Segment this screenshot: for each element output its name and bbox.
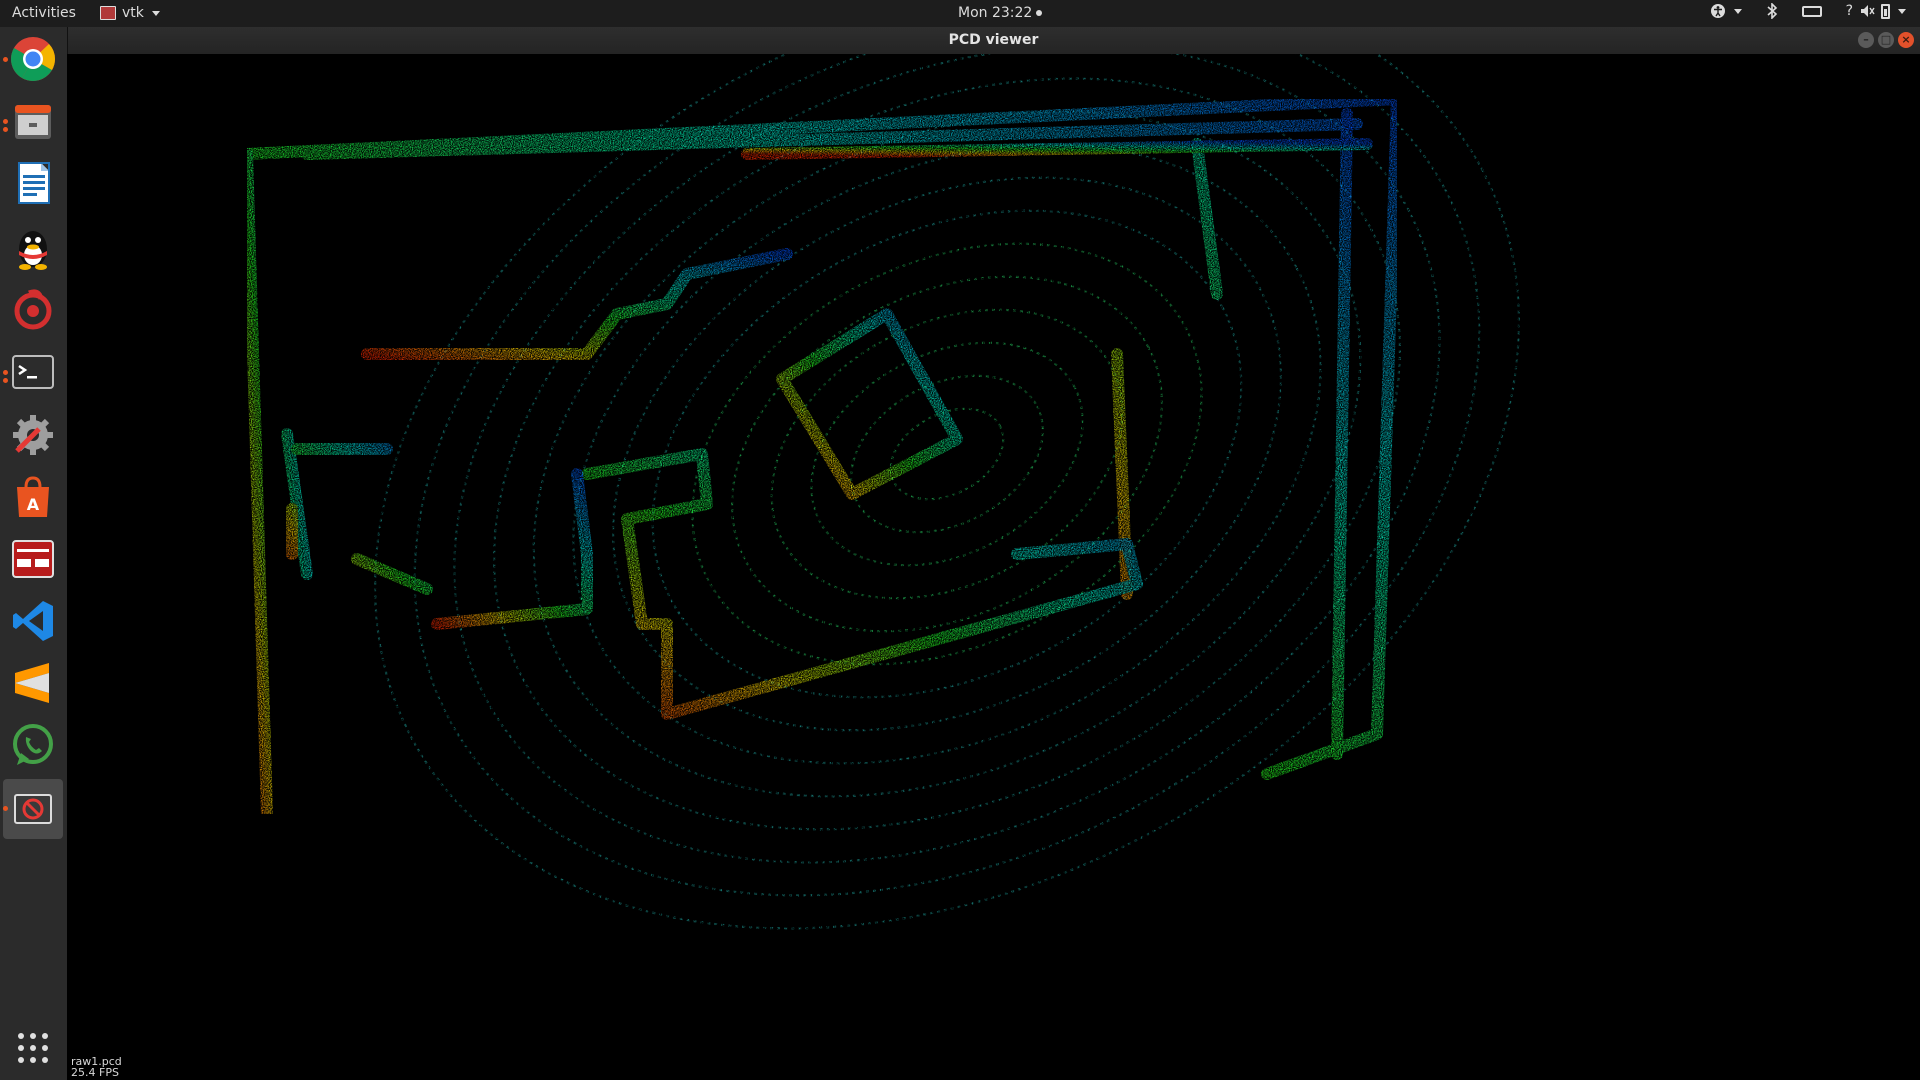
files-icon[interactable]	[9, 97, 57, 145]
pcd-viewer-icon[interactable]	[9, 785, 57, 833]
settings-tools-icon[interactable]	[9, 411, 57, 459]
close-button[interactable]: ×	[1898, 32, 1914, 48]
window-title: PCD viewer	[948, 32, 1039, 48]
scan-ring	[413, 54, 1481, 897]
notification-dot-icon	[1036, 10, 1043, 16]
app-red-icon[interactable]	[9, 535, 57, 583]
netease-music-icon[interactable]	[9, 285, 57, 333]
running-indicator	[3, 57, 8, 62]
qq-icon[interactable]	[9, 223, 57, 271]
whatsapp-icon[interactable]	[9, 721, 57, 769]
battery-icon	[1881, 3, 1890, 19]
point-cluster	[361, 248, 793, 360]
scan-ring	[374, 54, 1520, 930]
point-cluster	[776, 308, 963, 500]
running-indicator	[3, 806, 8, 811]
viewer-overlay: raw1.pcd 25.4 FPS	[71, 1056, 122, 1078]
clock[interactable]: Mon 23:22	[958, 5, 1043, 21]
clock-label: Mon 23:22	[958, 5, 1033, 21]
vscode-icon[interactable]	[9, 597, 57, 645]
system-menu[interactable]: ?	[1846, 3, 1906, 19]
volume-muted-icon	[1861, 5, 1875, 17]
top-bar: Activities vtk Mon 23:22 ?	[0, 0, 1920, 27]
keyboard-icon[interactable]	[1801, 5, 1822, 17]
chevron-down-icon	[1898, 8, 1906, 14]
bluetooth-icon[interactable]	[1766, 3, 1778, 19]
window-titlebar[interactable]: PCD viewer – □ ×	[67, 27, 1920, 54]
window-controls: – □ ×	[1858, 32, 1914, 48]
point-cluster	[431, 468, 593, 630]
vtk-app-icon	[100, 6, 116, 20]
fps-label: 25.4 FPS	[71, 1066, 119, 1079]
terminal-icon[interactable]	[9, 348, 57, 396]
running-indicator	[3, 378, 8, 383]
app-menu-label: vtk	[122, 5, 144, 21]
chrome-icon[interactable]	[9, 35, 57, 83]
maximize-button[interactable]: □	[1878, 32, 1894, 48]
show-apps-icon[interactable]	[18, 1033, 48, 1063]
accessibility-icon	[1710, 4, 1725, 18]
dock: A	[0, 27, 68, 1080]
scan-ring	[493, 77, 1401, 831]
pcd-viewport[interactable]: raw1.pcd 25.4 FPS	[67, 54, 1920, 1080]
scan-ring	[612, 176, 1282, 732]
accessibility-menu[interactable]	[1710, 3, 1742, 19]
point-cloud-render[interactable]	[67, 54, 1920, 1080]
running-indicator	[3, 370, 8, 375]
point-cluster	[286, 443, 433, 595]
chevron-down-icon	[151, 10, 160, 16]
scan-ring	[850, 374, 1044, 534]
system-tray: ?	[1710, 3, 1906, 19]
writer-icon[interactable]	[9, 159, 57, 207]
activities-button[interactable]: Activities	[12, 5, 76, 21]
sublime-icon[interactable]	[9, 659, 57, 707]
help-icon: ?	[1845, 3, 1853, 19]
point-cluster	[741, 138, 1373, 160]
minimize-button[interactable]: –	[1858, 32, 1874, 48]
running-indicator	[3, 127, 8, 132]
scan-ring	[731, 275, 1163, 633]
software-center-icon[interactable]: A	[9, 473, 57, 521]
app-menu[interactable]: vtk	[100, 5, 160, 21]
running-indicator	[3, 119, 8, 124]
chevron-down-icon	[1733, 8, 1742, 14]
svg-text:A: A	[27, 495, 40, 514]
scan-ring	[691, 242, 1203, 666]
point-cluster	[241, 148, 313, 820]
